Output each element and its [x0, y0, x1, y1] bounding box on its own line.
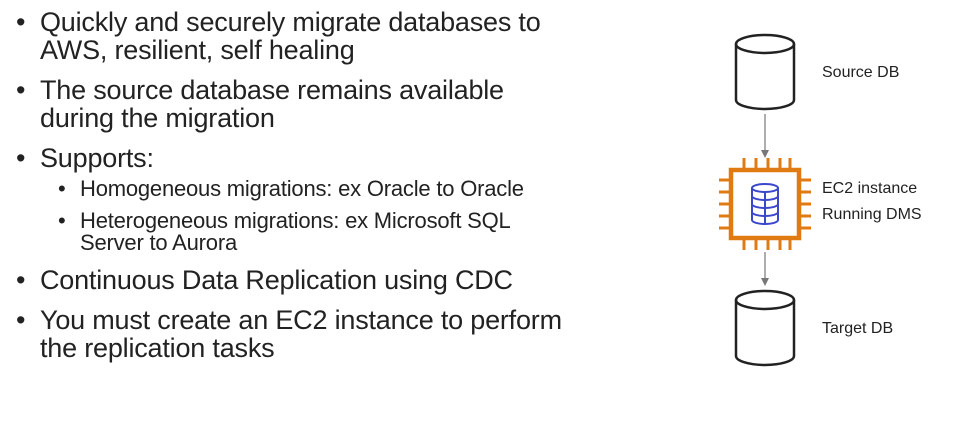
bullet-list: • Quickly and securely migrate databases … [16, 8, 576, 374]
bullet-text: Supports: [40, 143, 154, 173]
dms-diagram: Source DB EC2 instance Running DMS Targe… [700, 30, 960, 410]
arrow-down-icon [761, 252, 769, 286]
bullet-item: • Continuous Data Replication using CDC [16, 265, 513, 295]
bullet-text: Quickly and securely migrate databases t… [40, 7, 541, 65]
sub-bullet-text: Homogeneous migrations: ex Oracle to Ora… [80, 176, 524, 201]
bullet-item: • You must create an EC2 instance to perf… [16, 305, 562, 363]
ec2-label-line1: EC2 instance [822, 180, 918, 197]
sub-bullet-item: • Heterogeneous migrations: ex Microsoft … [58, 208, 510, 255]
database-stack-icon [751, 183, 779, 225]
bullet-text: Continuous Data Replication using CDC [40, 265, 513, 295]
target-db-label: Target DB [822, 320, 894, 337]
database-cylinder-icon [734, 289, 796, 367]
sub-bullet-text: Heterogeneous migrations: ex Microsoft S… [80, 208, 510, 255]
sub-bullet-item: • Homogeneous migrations: ex Oracle to Or… [58, 176, 524, 201]
bullet-item: • The source database remains available d… [16, 75, 504, 133]
bullet-item: • Quickly and securely migrate databases … [16, 7, 541, 65]
database-cylinder-icon [734, 33, 796, 111]
ec2-label-line2: Running DMS [822, 206, 922, 223]
sub-bullet-list: • Homogeneous migrations: ex Oracle to Or… [40, 178, 576, 254]
bullet-text: You must create an EC2 instance to perfo… [40, 305, 562, 363]
bullet-text: The source database remains available du… [40, 75, 504, 133]
arrow-down-icon [761, 114, 769, 158]
source-db-label: Source DB [822, 64, 900, 81]
bullet-item: • Supports: • Homogeneous migrations: ex O… [16, 144, 576, 254]
